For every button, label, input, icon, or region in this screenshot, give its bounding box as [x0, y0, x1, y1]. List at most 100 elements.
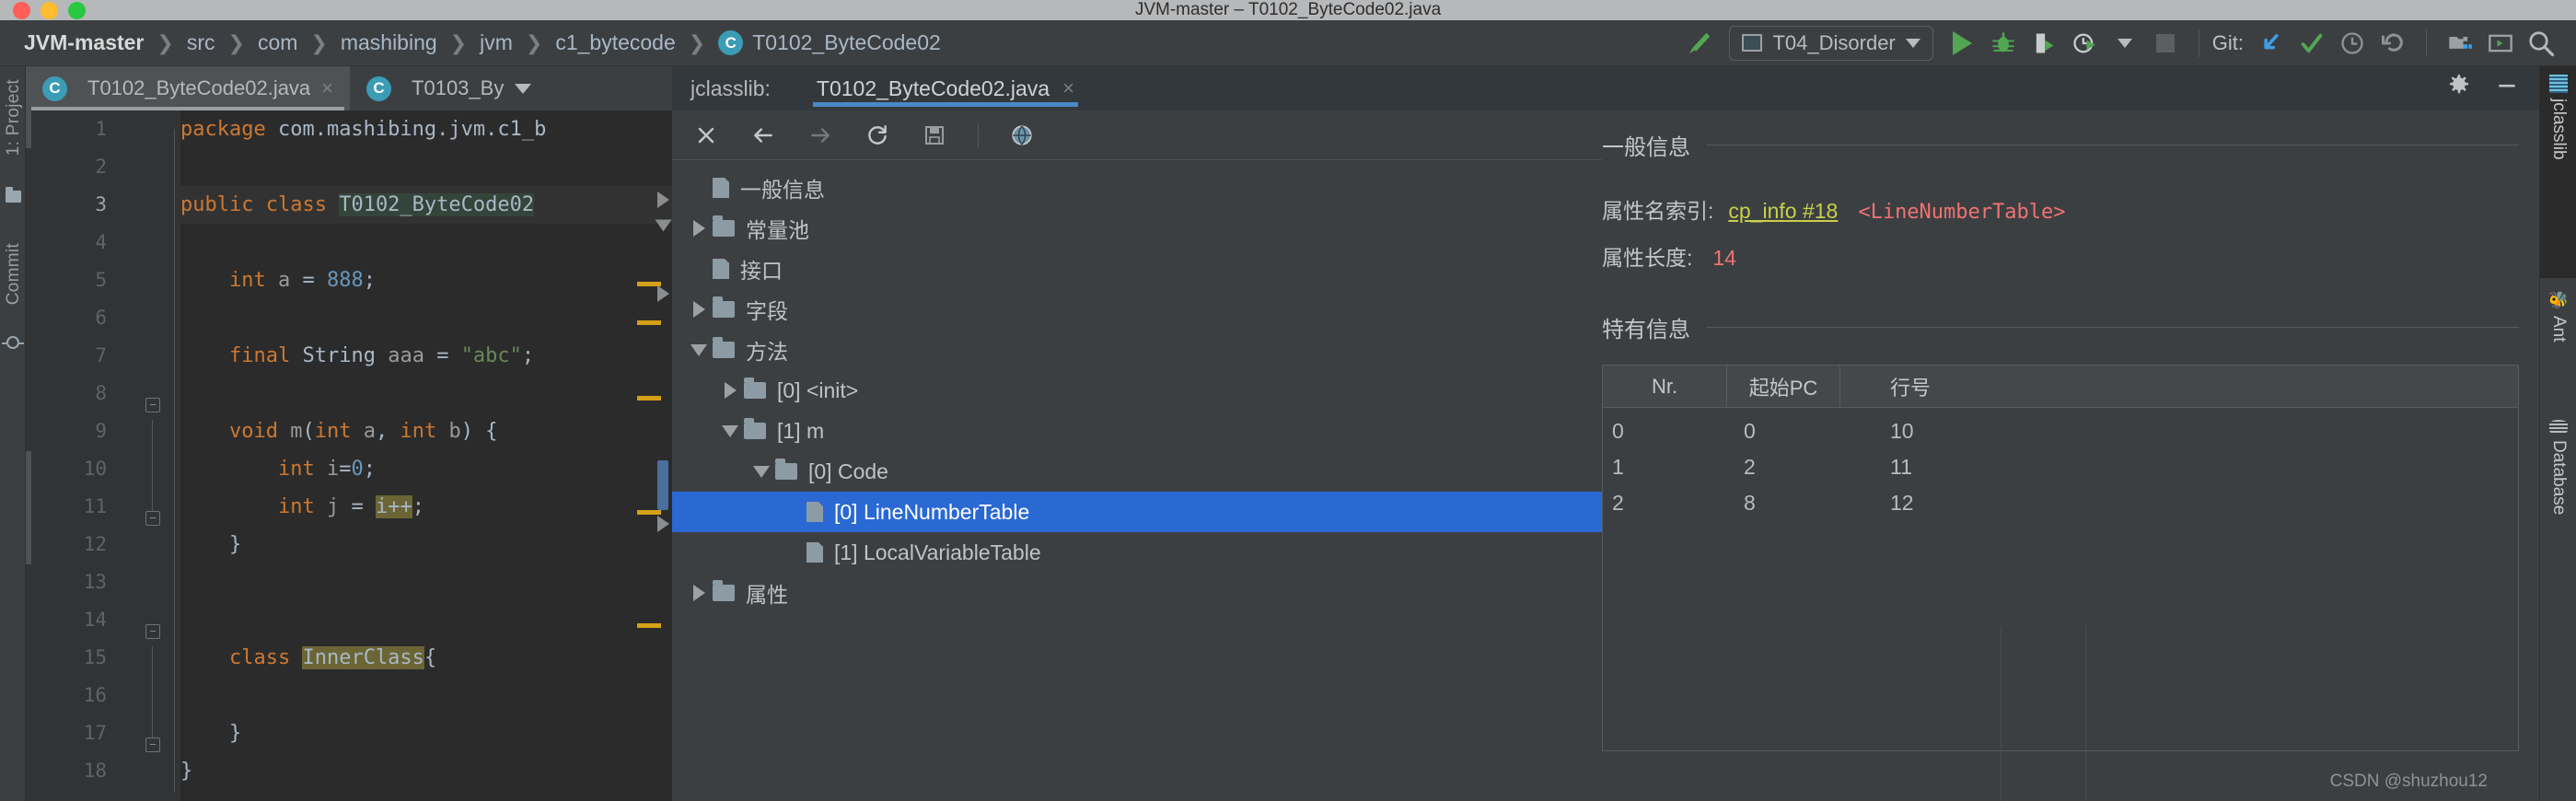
tree-node[interactable]: 字段 — [672, 289, 1602, 330]
code-line[interactable] — [180, 299, 672, 337]
browse-web-icon[interactable] — [1008, 122, 1036, 149]
tab-t0103-by[interactable]: C T0103_By — [350, 66, 548, 110]
code-line[interactable]: int a = 888; — [180, 261, 672, 299]
code-line[interactable]: void m(int a, int b) { — [180, 412, 672, 450]
breadcrumb-item-com[interactable]: com — [258, 30, 297, 55]
code-line[interactable]: package com.mashibing.jvm.c1_b — [180, 110, 672, 148]
sidebar-item-database[interactable]: Database — [2540, 412, 2576, 586]
profiler-dropdown-caret[interactable] — [2105, 25, 2145, 62]
code-line[interactable] — [180, 601, 672, 639]
forward-arrow-icon[interactable] — [806, 122, 834, 149]
code-line[interactable]: int j = i++; — [180, 488, 672, 526]
profiler-icon[interactable] — [2064, 25, 2105, 62]
sidebar-item-jclasslib[interactable]: jclasslib — [2540, 66, 2576, 278]
editor-scrollbar-thumb[interactable] — [657, 460, 668, 510]
table-row[interactable]: 0 0 10 — [1603, 413, 2518, 449]
breadcrumb-item-project[interactable]: JVM-master — [24, 30, 144, 55]
breadcrumb-item-mashibing[interactable]: mashibing — [341, 30, 437, 55]
inspection-marker[interactable] — [637, 510, 661, 515]
scroll-arrow-icon[interactable] — [655, 219, 672, 232]
sidebar-item-commit[interactable]: Commit — [4, 243, 24, 305]
code-line[interactable] — [180, 375, 672, 412]
fold-marker-method-end[interactable]: − — [145, 511, 160, 526]
tree-node[interactable]: 一般信息 — [672, 168, 1602, 208]
tree-node[interactable]: [1] m — [672, 411, 1602, 451]
code-line[interactable] — [180, 224, 672, 261]
chevron-right-icon[interactable] — [685, 220, 713, 237]
code-line[interactable]: } — [180, 752, 672, 790]
breadcrumb-item-class[interactable]: C T0102_ByteCode02 — [718, 30, 941, 55]
search-icon[interactable] — [2521, 25, 2561, 62]
scroll-arrow-icon[interactable] — [657, 285, 669, 302]
minimize-icon[interactable] — [2495, 74, 2519, 103]
line-number-table[interactable]: Nr. 起始PC 行号 0 0 10 1 2 11 2 8 12 — [1602, 365, 2519, 751]
sidebar-item-project[interactable]: 1: Project — [4, 79, 24, 156]
back-arrow-icon[interactable] — [749, 122, 777, 149]
hammer-icon[interactable] — [1679, 25, 1720, 62]
cp-info-link[interactable]: cp_info #18 — [1728, 199, 1838, 224]
chevron-down-icon[interactable] — [515, 83, 532, 94]
tree-node[interactable]: 接口 — [672, 249, 1602, 289]
tree-node[interactable]: 常量池 — [672, 208, 1602, 249]
code-line[interactable]: class InnerClass{ — [180, 639, 672, 677]
history-clock-icon[interactable] — [2332, 25, 2373, 62]
scroll-arrow-icon[interactable] — [657, 516, 669, 532]
debug-bug-icon[interactable] — [1983, 25, 2024, 62]
inspection-marker[interactable] — [637, 623, 661, 628]
chevron-down-icon[interactable] — [748, 465, 775, 478]
terminal-icon[interactable] — [2480, 25, 2521, 62]
run-configuration-selector[interactable]: T04_Disorder — [1729, 25, 1933, 61]
tree-node[interactable]: 方法 — [672, 330, 1602, 370]
code-line[interactable]: final String aaa = "abc"; — [180, 337, 672, 375]
code-line[interactable]: } — [180, 714, 672, 752]
fold-marker-innerclass-end[interactable]: − — [145, 737, 160, 752]
breadcrumb-item-package[interactable]: c1_bytecode — [555, 30, 675, 55]
code-line[interactable] — [180, 148, 672, 186]
class-structure-tree[interactable]: 一般信息 常量池 接口 字段 方法 [0] <init> [1] m [0] Code [0] … — [672, 160, 1602, 801]
chevron-right-icon[interactable] — [716, 382, 744, 399]
chevron-right-icon[interactable] — [685, 301, 713, 318]
project-structure-icon[interactable] — [2440, 25, 2480, 62]
chevron-down-icon[interactable] — [685, 343, 713, 356]
code-line[interactable]: int i=0; — [180, 450, 672, 488]
run-with-coverage-icon[interactable] — [2024, 25, 2064, 62]
chevron-right-icon[interactable] — [685, 585, 713, 601]
scroll-arrow-icon[interactable] — [657, 192, 669, 208]
jclasslib-tab-file[interactable]: T0102_ByteCode02.java × — [812, 66, 1079, 110]
chevron-down-icon[interactable] — [716, 424, 744, 437]
breadcrumb-item-src[interactable]: src — [187, 30, 215, 55]
column-header-line-number[interactable]: 行号 — [1840, 366, 2518, 407]
reload-icon[interactable] — [864, 122, 891, 149]
fold-marker-method[interactable]: − — [145, 398, 160, 412]
inspection-marker[interactable] — [637, 396, 661, 400]
close-icon[interactable] — [692, 122, 720, 149]
code-line[interactable]: } — [180, 526, 672, 563]
code-folding-column[interactable]: − − − − — [122, 110, 180, 801]
column-header-start-pc[interactable]: 起始PC — [1727, 366, 1840, 407]
tree-node[interactable]: 属性 — [672, 573, 1602, 613]
tab-t0102-bytecode02[interactable]: C T0102_ByteCode02.java × — [26, 66, 351, 110]
commit-checkmark-icon[interactable] — [2292, 25, 2332, 62]
tree-node[interactable]: [0] <init> — [672, 370, 1602, 411]
close-icon[interactable]: × — [321, 76, 333, 100]
sidebar-item-ant[interactable]: 🐝 Ant — [2540, 283, 2576, 407]
gear-icon[interactable] — [2447, 74, 2471, 103]
table-row[interactable]: 2 8 12 — [1603, 485, 2518, 521]
tree-node[interactable]: [1] LocalVariableTable — [672, 532, 1602, 573]
tree-node[interactable]: [0] Code — [672, 451, 1602, 492]
breadcrumb-item-jvm[interactable]: jvm — [480, 30, 513, 55]
run-icon[interactable] — [1943, 25, 1983, 62]
update-project-icon[interactable] — [2251, 25, 2292, 62]
code-line[interactable] — [180, 563, 672, 601]
vcs-change-marker[interactable] — [26, 110, 31, 148]
fold-marker-innerclass[interactable]: − — [145, 624, 160, 639]
stop-icon[interactable] — [2145, 25, 2186, 62]
table-row[interactable]: 1 2 11 — [1603, 449, 2518, 485]
close-icon[interactable]: × — [1062, 76, 1074, 100]
vcs-change-marker[interactable] — [26, 451, 31, 564]
save-icon[interactable] — [921, 122, 948, 149]
code-text-area[interactable]: package com.mashibing.jvm.c1_b public cl… — [180, 110, 672, 801]
column-header-nr[interactable]: Nr. — [1603, 366, 1727, 407]
code-line[interactable] — [180, 677, 672, 714]
tree-node[interactable]: [0] LineNumberTable — [672, 492, 1602, 532]
